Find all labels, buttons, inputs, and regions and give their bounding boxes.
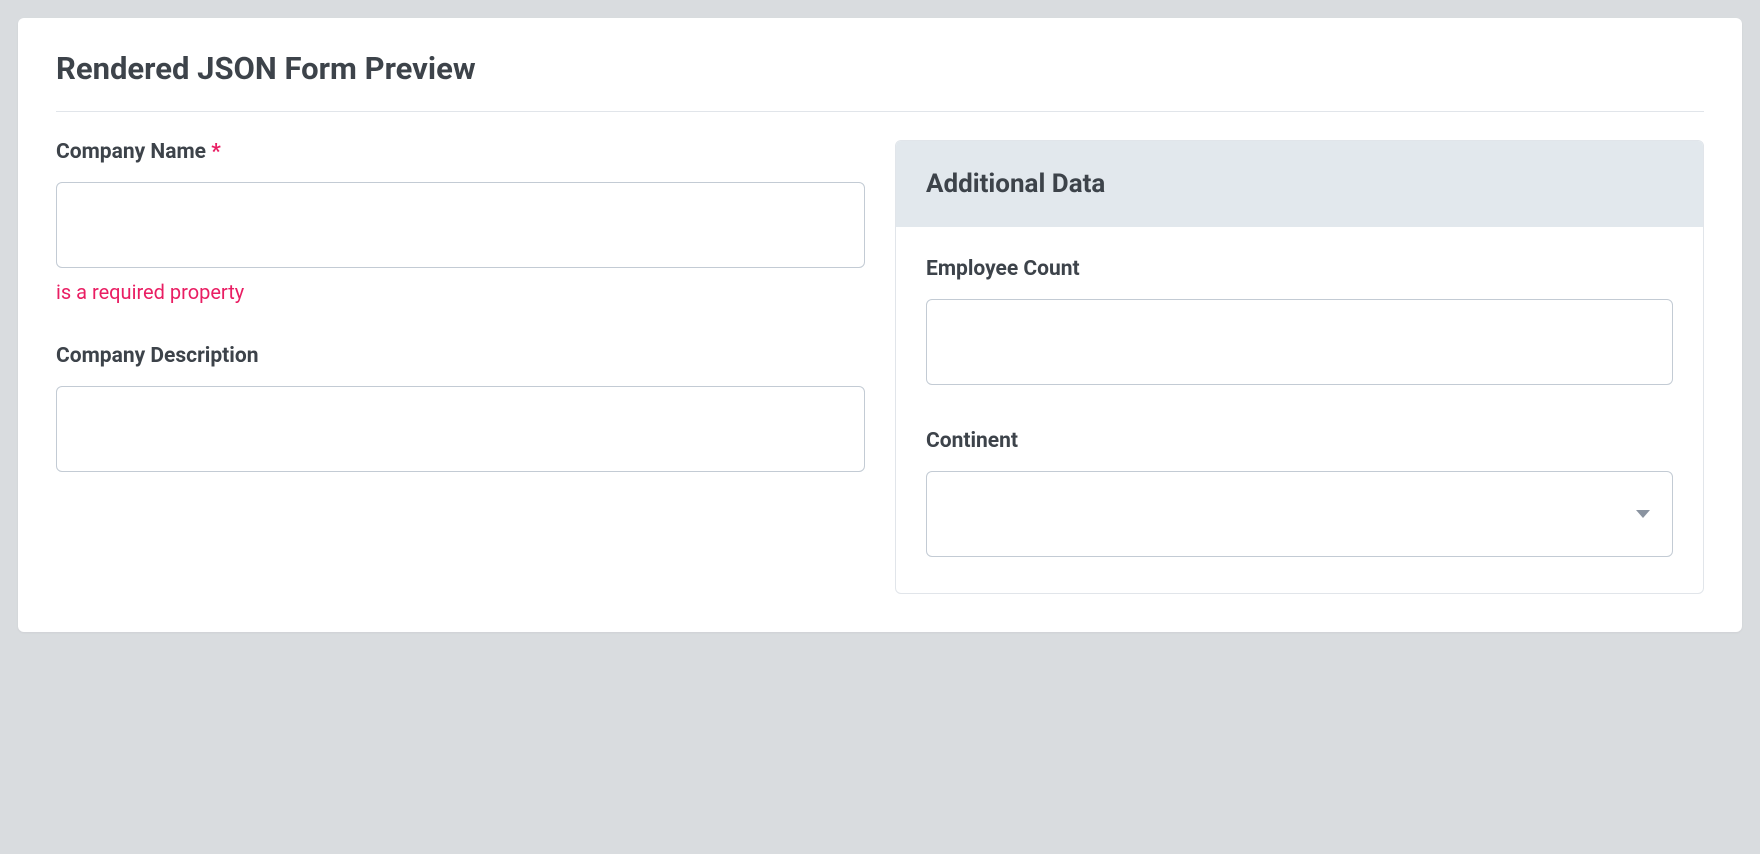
company-name-label-text: Company Name (56, 140, 206, 164)
divider (56, 111, 1704, 112)
additional-data-panel: Additional Data Employee Count Continent (895, 140, 1704, 594)
form-preview-card: Rendered JSON Form Preview Company Name … (18, 18, 1742, 632)
page-title: Rendered JSON Form Preview (56, 50, 1704, 87)
right-column: Additional Data Employee Count Continent (895, 140, 1704, 594)
form-columns: Company Name * is a required property Co… (56, 140, 1704, 594)
company-description-field: Company Description (56, 344, 865, 472)
employee-count-label: Employee Count (926, 257, 1673, 281)
continent-select-wrap (926, 471, 1673, 557)
company-name-input[interactable] (56, 182, 865, 268)
continent-select[interactable] (927, 472, 1672, 556)
employee-count-field: Employee Count (926, 257, 1673, 385)
company-name-error: is a required property (56, 280, 865, 304)
continent-field: Continent (926, 429, 1673, 557)
employee-count-input[interactable] (926, 299, 1673, 385)
company-description-input[interactable] (56, 386, 865, 472)
continent-label: Continent (926, 429, 1673, 453)
company-name-label: Company Name * (56, 140, 865, 164)
panel-header: Additional Data (896, 141, 1703, 227)
company-description-label: Company Description (56, 344, 865, 368)
company-name-field: Company Name * is a required property (56, 140, 865, 304)
required-mark: * (211, 140, 221, 164)
panel-body: Employee Count Continent (896, 227, 1703, 593)
panel-title: Additional Data (926, 169, 1673, 199)
left-column: Company Name * is a required property Co… (56, 140, 865, 512)
